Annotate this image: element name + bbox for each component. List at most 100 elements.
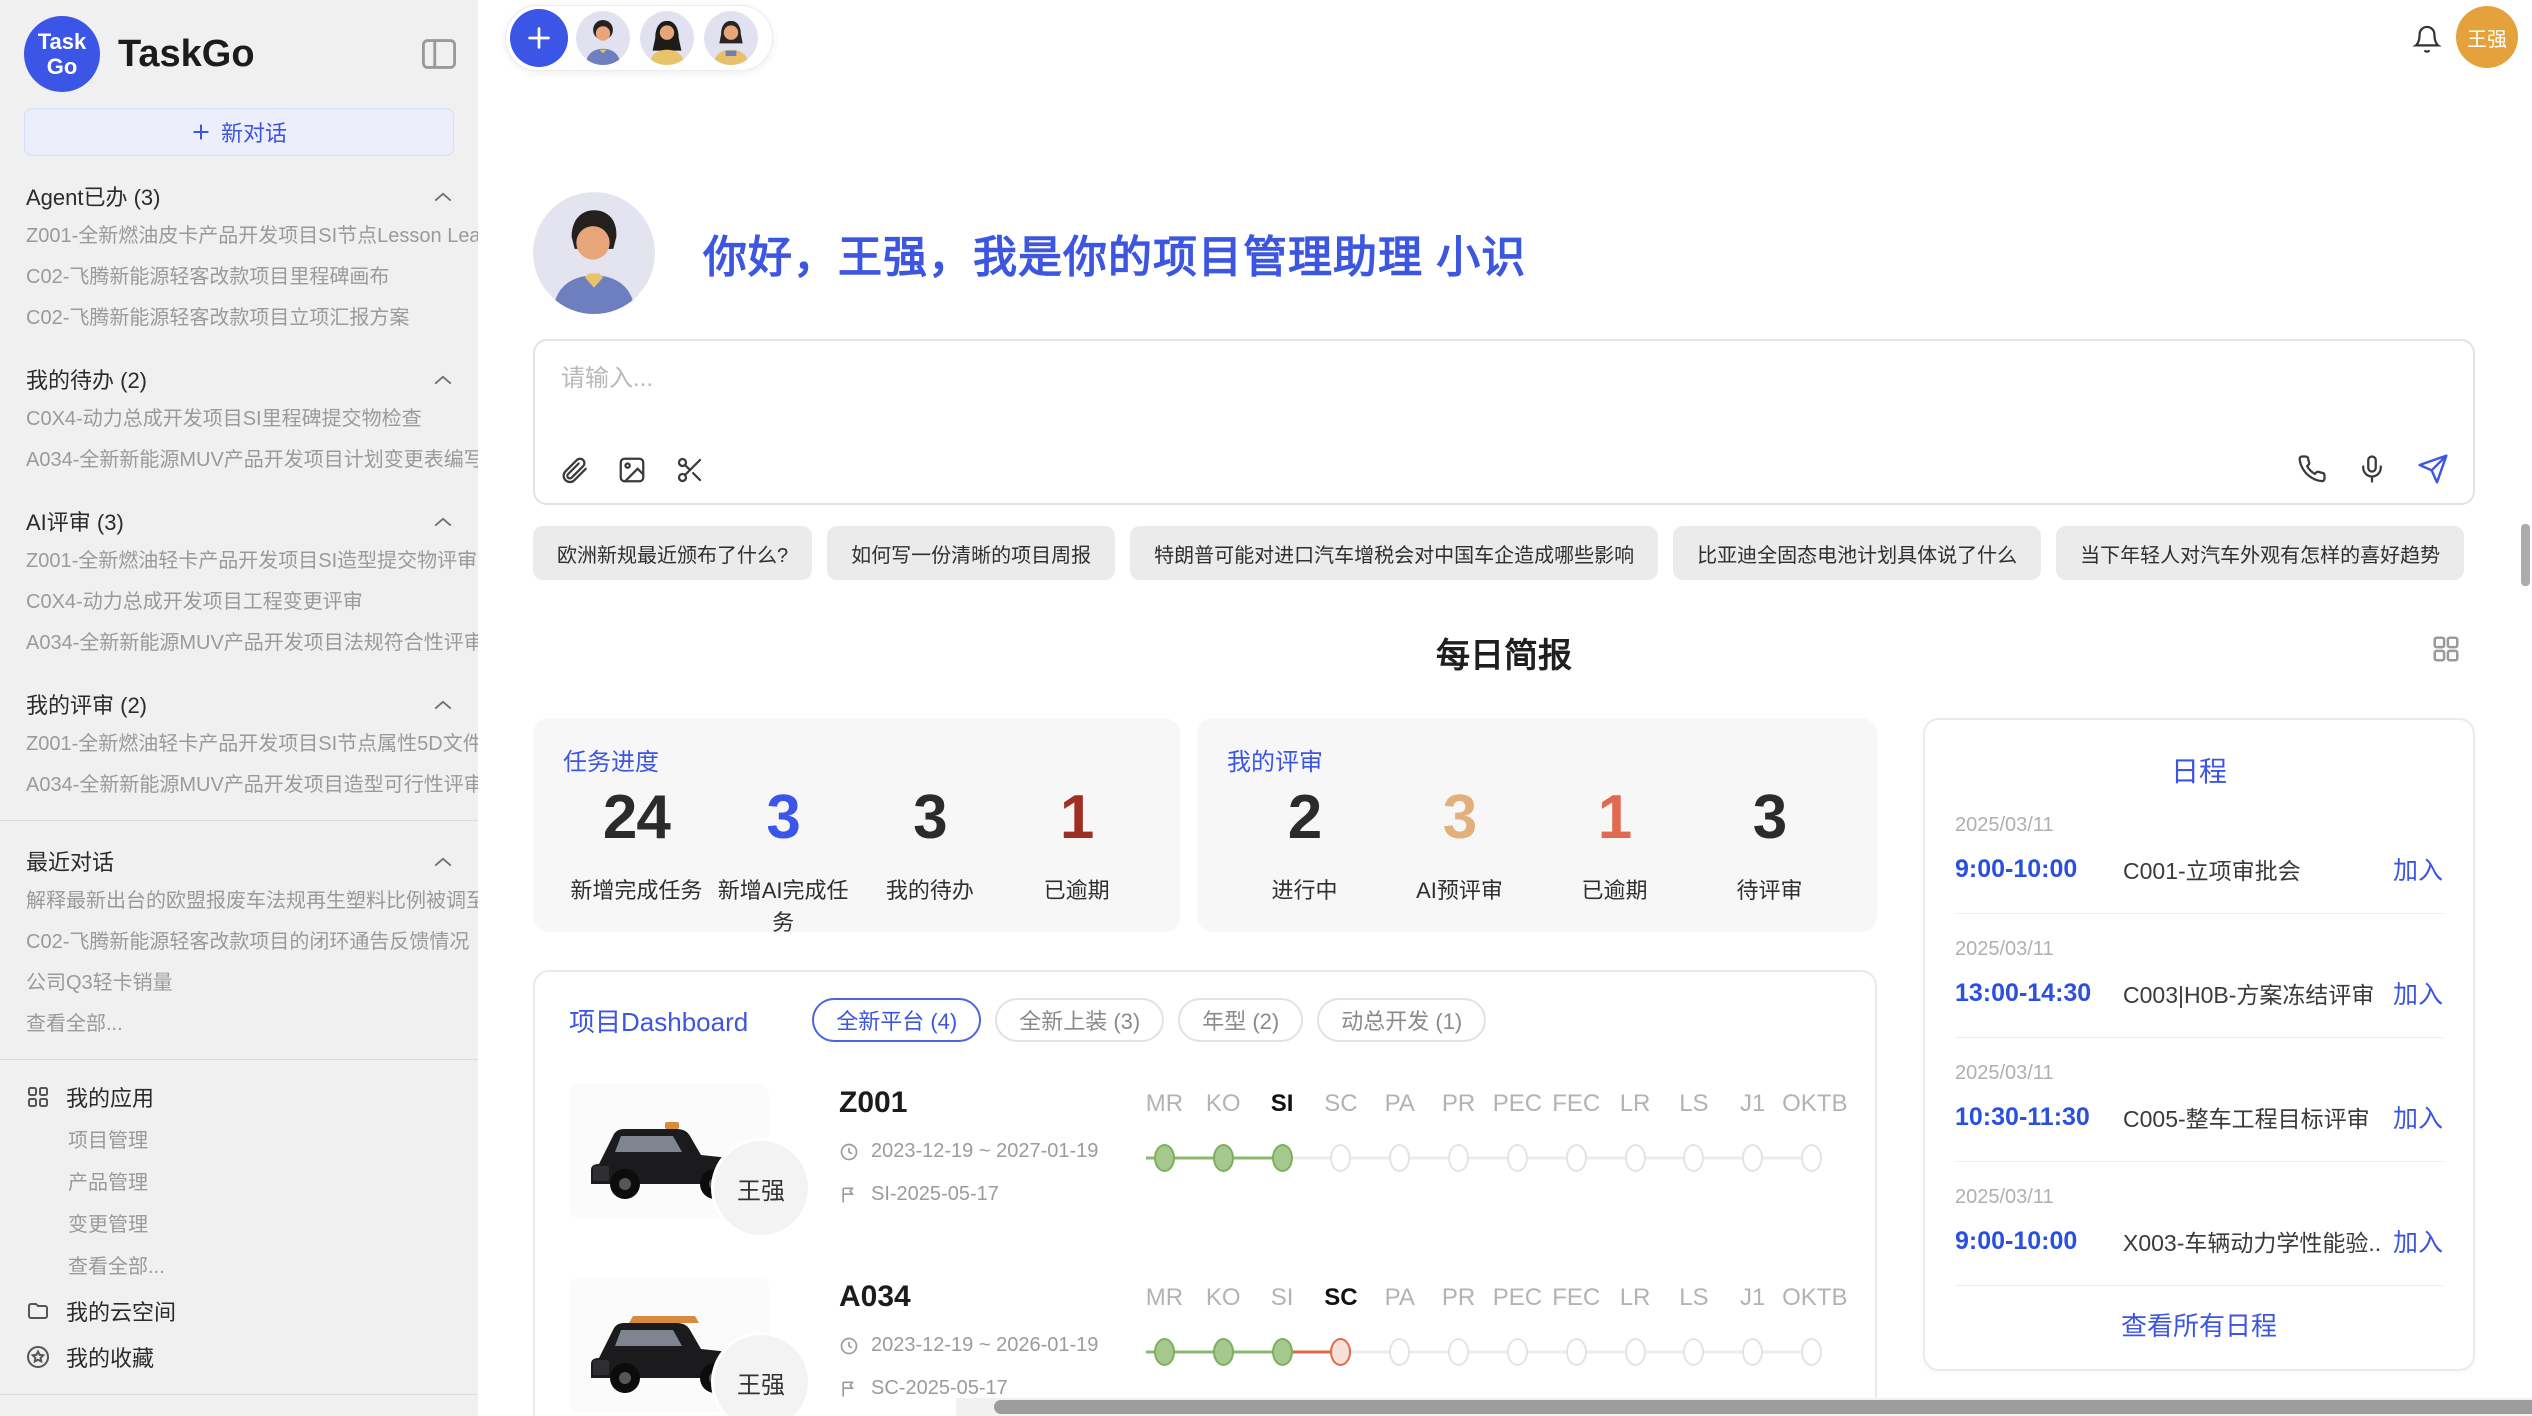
sidebar-collapse-icon[interactable] xyxy=(422,35,456,74)
list-item[interactable]: A034-全新新能源MUV产品开发项目造型可行性评审 xyxy=(0,765,478,806)
milestone-dot xyxy=(1625,1338,1646,1366)
user-avatar[interactable]: 王强 xyxy=(2456,6,2518,68)
new-chat-button[interactable]: 新对话 xyxy=(24,108,454,156)
join-link[interactable]: 加入 xyxy=(2393,851,2443,887)
section-recent-chats[interactable]: 最近对话 xyxy=(0,841,478,881)
view-all-apps[interactable]: 查看全部... xyxy=(0,1246,478,1288)
sidebar-item-cloud-space[interactable]: 我的云空间 xyxy=(0,1288,478,1334)
plus-icon xyxy=(191,122,211,142)
suggestion-chip[interactable]: 如何写一份清晰的项目周报 xyxy=(827,526,1115,580)
list-item[interactable]: C02-飞腾新能源轻客改款项目里程碑画布 xyxy=(0,257,478,298)
stat-value: 24 xyxy=(563,783,710,853)
list-item[interactable]: C02-飞腾新能源轻客改款项目立项汇报方案 xyxy=(0,298,478,339)
voice-send-toolbar xyxy=(2297,453,2449,485)
microphone-icon[interactable] xyxy=(2357,454,2387,484)
agent-avatar-1[interactable] xyxy=(574,9,632,67)
sidebar-item-ai-super-staff[interactable]: AI超级员工 xyxy=(0,1409,478,1416)
list-item[interactable]: Z001-全新燃油轻卡产品开发项目SI造型提交物评审 xyxy=(0,541,478,582)
dashboard-title: 项目Dashboard xyxy=(569,1002,748,1039)
add-agent-button[interactable] xyxy=(510,9,568,67)
project-row-z001[interactable]: 王强 Z001 2023-12-19 ~ 2027-01-19 xyxy=(569,1084,1841,1236)
list-item[interactable]: C02-飞腾新能源轻客改款项目的闭环通告反馈情况 xyxy=(0,922,478,963)
milestone-dot xyxy=(1507,1144,1528,1172)
project-dates: 2023-12-19 ~ 2027-01-19 xyxy=(839,1140,1135,1163)
suggestion-chip[interactable]: 比亚迪全固态电池计划具体说了什么 xyxy=(1673,526,2041,580)
scissors-icon[interactable] xyxy=(675,455,705,485)
milestone-dot xyxy=(1625,1144,1646,1172)
filter-new-body[interactable]: 全新上装 (3) xyxy=(995,998,1164,1042)
milestone-labels: MR KO SI SC PA PR PEC FEC LR LS xyxy=(1135,1284,1841,1312)
stat-overdue: 1 已逾期 xyxy=(1537,783,1692,905)
clock-icon xyxy=(839,1142,859,1162)
image-icon[interactable] xyxy=(617,455,647,485)
stat-value: 1 xyxy=(1537,783,1692,853)
schedule-title: 日程 xyxy=(1955,746,2443,790)
suggestion-chip[interactable]: 欧洲新规最近颁布了什么? xyxy=(533,526,812,580)
agent-avatar-2[interactable] xyxy=(638,9,696,67)
layout-grid-icon[interactable] xyxy=(2431,634,2461,669)
section-my-review[interactable]: 我的评审 (2) xyxy=(0,684,478,724)
section-ai-review[interactable]: AI评审 (3) xyxy=(0,501,478,541)
right-column: 日程 2025/03/11 9:00-10:00 C001-立项审批会 加入 2… xyxy=(1923,718,2475,1416)
sidebar-item-favorites[interactable]: 我的收藏 xyxy=(0,1334,478,1380)
milestone-label: OKTB xyxy=(1782,1090,1841,1118)
view-all-schedule-link[interactable]: 查看所有日程 xyxy=(1955,1286,2443,1349)
dashboard-filters: 全新平台 (4) 全新上装 (3) 年型 (2) 动总开发 (1) xyxy=(812,998,1486,1042)
chevron-up-icon xyxy=(434,516,452,527)
section-title: 我的评审 (2) xyxy=(26,688,147,720)
app-item-project-mgmt[interactable]: 项目管理 xyxy=(0,1120,478,1162)
horizontal-scrollbar-thumb[interactable] xyxy=(994,1400,2532,1414)
milestone-label: LS xyxy=(1664,1090,1723,1118)
list-item[interactable]: A034-全新新能源MUV产品开发项目法规符合性评审 xyxy=(0,623,478,664)
filter-powertrain[interactable]: 动总开发 (1) xyxy=(1317,998,1486,1042)
section-title: 最近对话 xyxy=(26,845,114,877)
stat-label: 已逾期 xyxy=(1003,873,1150,905)
agent-avatar-group xyxy=(505,5,773,71)
project-row-a034[interactable]: 王强 A034 2023-12-19 ~ 2026-01-19 xyxy=(569,1278,1841,1416)
milestone-dot xyxy=(1330,1144,1351,1172)
section-my-todo[interactable]: 我的待办 (2) xyxy=(0,359,478,399)
milestone-dot-done xyxy=(1272,1144,1293,1172)
list-item[interactable]: C0X4-动力总成开发项目SI里程碑提交物检查 xyxy=(0,399,478,440)
suggestion-chip[interactable]: 特朗普可能对进口汽车增税会对中国车企造成哪些影响 xyxy=(1130,526,1658,580)
filter-year-model[interactable]: 年型 (2) xyxy=(1178,998,1303,1042)
view-all-chats[interactable]: 查看全部... xyxy=(0,1004,478,1045)
chat-input[interactable] xyxy=(561,365,2447,393)
send-icon[interactable] xyxy=(2417,453,2449,485)
stat-my-todo: 3 我的待办 xyxy=(857,783,1004,937)
project-thumb: 王强 xyxy=(569,1278,815,1416)
list-item[interactable]: Z001-全新燃油皮卡产品开发项目SI节点Lesson Learn报告 xyxy=(0,216,478,257)
join-link[interactable]: 加入 xyxy=(2393,1099,2443,1135)
section-agent-done[interactable]: Agent已办 (3) xyxy=(0,176,478,216)
app-item-product-mgmt[interactable]: 产品管理 xyxy=(0,1162,478,1204)
milestone-label: LS xyxy=(1664,1284,1723,1312)
app-item-change-mgmt[interactable]: 变更管理 xyxy=(0,1204,478,1246)
vertical-scrollbar-thumb[interactable] xyxy=(2521,524,2530,586)
notification-bell-icon[interactable] xyxy=(2412,22,2442,59)
list-item[interactable]: Z001-全新燃油轻卡产品开发项目SI节点属性5D文件评审 xyxy=(0,724,478,765)
list-item[interactable]: C0X4-动力总成开发项目工程变更评审 xyxy=(0,582,478,623)
paperclip-icon[interactable] xyxy=(559,455,589,485)
section-my-apps[interactable]: 我的应用 xyxy=(0,1074,478,1120)
suggestion-chip[interactable]: 当下年轻人对汽车外观有怎样的喜好趋势 xyxy=(2056,526,2464,580)
apps-grid-icon xyxy=(26,1085,50,1109)
my-review-card: 我的评审 2 进行中 3 AI预评审 xyxy=(1197,718,1877,932)
owner-badge: 王强 xyxy=(711,1138,811,1238)
milestone-dot-done xyxy=(1154,1144,1175,1172)
chevron-up-icon xyxy=(434,191,452,202)
list-item[interactable]: 公司Q3轻卡销量 xyxy=(0,963,478,1004)
project-info: A034 2023-12-19 ~ 2026-01-19 SC-2025-05-… xyxy=(839,1278,1135,1400)
join-link[interactable]: 加入 xyxy=(2393,975,2443,1011)
list-item[interactable]: A034-全新新能源MUV产品开发项目计划变更表编写 xyxy=(0,440,478,481)
phone-icon[interactable] xyxy=(2297,454,2327,484)
filter-all-new-platform[interactable]: 全新平台 (4) xyxy=(812,998,981,1042)
entry-title: C001-立项审批会 xyxy=(2123,852,2381,886)
list-item[interactable]: 解释最新出台的欧盟报废车法规再生塑料比例被调至15%... xyxy=(0,881,478,922)
project-name: A034 xyxy=(839,1280,1135,1314)
stat-label: 待评审 xyxy=(1692,873,1847,905)
chat-input-card xyxy=(533,339,2475,505)
agent-avatar-3[interactable] xyxy=(702,9,760,67)
join-link[interactable]: 加入 xyxy=(2393,1223,2443,1259)
milestone-label: FEC xyxy=(1547,1284,1606,1312)
milestone-dot-done xyxy=(1213,1338,1234,1366)
